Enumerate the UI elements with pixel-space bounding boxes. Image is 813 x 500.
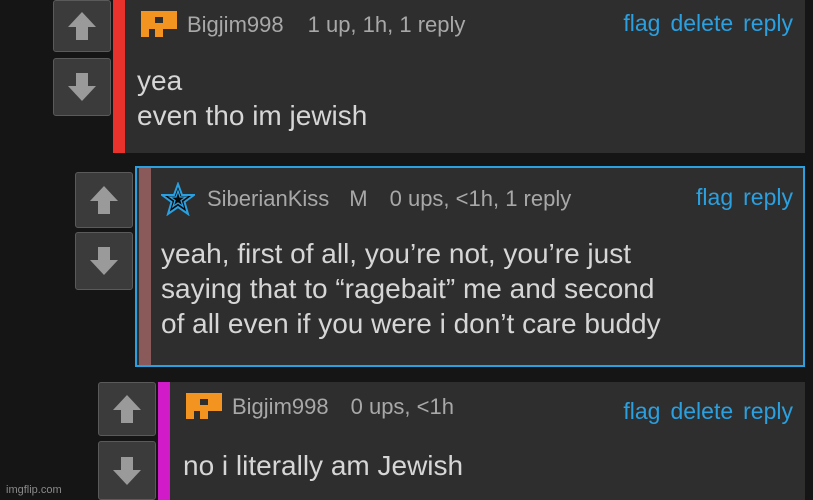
- arrow-up-icon: [113, 395, 141, 423]
- downvote-button[interactable]: [98, 441, 156, 500]
- comment-line: saying that to “ragebait” me and second: [161, 273, 655, 304]
- upvote-button[interactable]: [53, 0, 111, 52]
- comment-meta: 1 up, 1h, 1 reply: [307, 12, 466, 37]
- comment-actions: flag reply: [696, 184, 793, 211]
- downvote-button[interactable]: [53, 58, 111, 116]
- reply-link[interactable]: reply: [743, 10, 793, 37]
- comment-card: Bigjim998 0 ups, <1h flag delete reply n…: [158, 382, 805, 500]
- blue-star-icon: [161, 182, 195, 216]
- comment-header: SiberianKiss M 0 ups, <1h, 1 reply: [161, 180, 571, 218]
- comment-actions: flag delete reply: [623, 398, 793, 425]
- comment-line: of all even if you were i don’t care bud…: [161, 308, 661, 339]
- arrow-down-icon: [113, 456, 141, 485]
- comment-line: yea: [137, 65, 183, 96]
- imgflip-pixel-avatar-icon: [180, 391, 226, 423]
- comment-header: Bigjim998 1 up, 1h, 1 reply: [135, 6, 465, 44]
- comment-line: no i literally am Jewish: [183, 450, 464, 481]
- downvote-button[interactable]: [75, 232, 133, 290]
- comment-thread-bar: [139, 168, 151, 365]
- comment-header: Bigjim998 0 ups, <1h: [180, 388, 454, 426]
- comment-body: no i literally am Jewish: [183, 448, 463, 483]
- delete-link[interactable]: delete: [670, 398, 733, 425]
- comment-body: yeah, first of all, you’re not, you’re j…: [161, 236, 661, 341]
- imgflip-watermark: imgflip.com: [6, 484, 62, 496]
- comment-thread-bar: [158, 382, 170, 500]
- reply-link[interactable]: reply: [743, 398, 793, 425]
- comment-username[interactable]: SiberianKiss: [207, 186, 329, 212]
- arrow-up-icon: [90, 186, 118, 214]
- comment-meta: 0 ups, <1h: [350, 394, 454, 419]
- imgflip-pixel-avatar-icon: [135, 9, 181, 41]
- comment-card-highlighted: SiberianKiss M 0 ups, <1h, 1 reply flag …: [135, 166, 805, 367]
- comment-actions: flag delete reply: [623, 10, 793, 37]
- delete-link[interactable]: delete: [670, 10, 733, 37]
- arrow-up-icon: [68, 12, 96, 40]
- arrow-down-icon: [90, 247, 118, 275]
- comment-username[interactable]: Bigjim998: [232, 394, 329, 420]
- flag-link[interactable]: flag: [623, 398, 660, 425]
- upvote-button[interactable]: [75, 172, 133, 228]
- flag-link[interactable]: flag: [696, 184, 733, 211]
- comment-body: yea even tho im jewish: [137, 63, 367, 133]
- comment-thread-bar: [113, 0, 125, 153]
- comment-line: even tho im jewish: [137, 100, 368, 131]
- moderator-badge: M: [349, 186, 368, 211]
- flag-link[interactable]: flag: [623, 10, 660, 37]
- arrow-down-icon: [68, 73, 96, 101]
- comment-username[interactable]: Bigjim998: [187, 12, 284, 38]
- upvote-button[interactable]: [98, 382, 156, 436]
- comment-line: yeah, first of all, you’re not, you’re j…: [161, 238, 631, 269]
- reply-link[interactable]: reply: [743, 184, 793, 211]
- comment-meta: 0 ups, <1h, 1 reply: [389, 186, 572, 211]
- comment-card: Bigjim998 1 up, 1h, 1 reply flag delete …: [113, 0, 805, 153]
